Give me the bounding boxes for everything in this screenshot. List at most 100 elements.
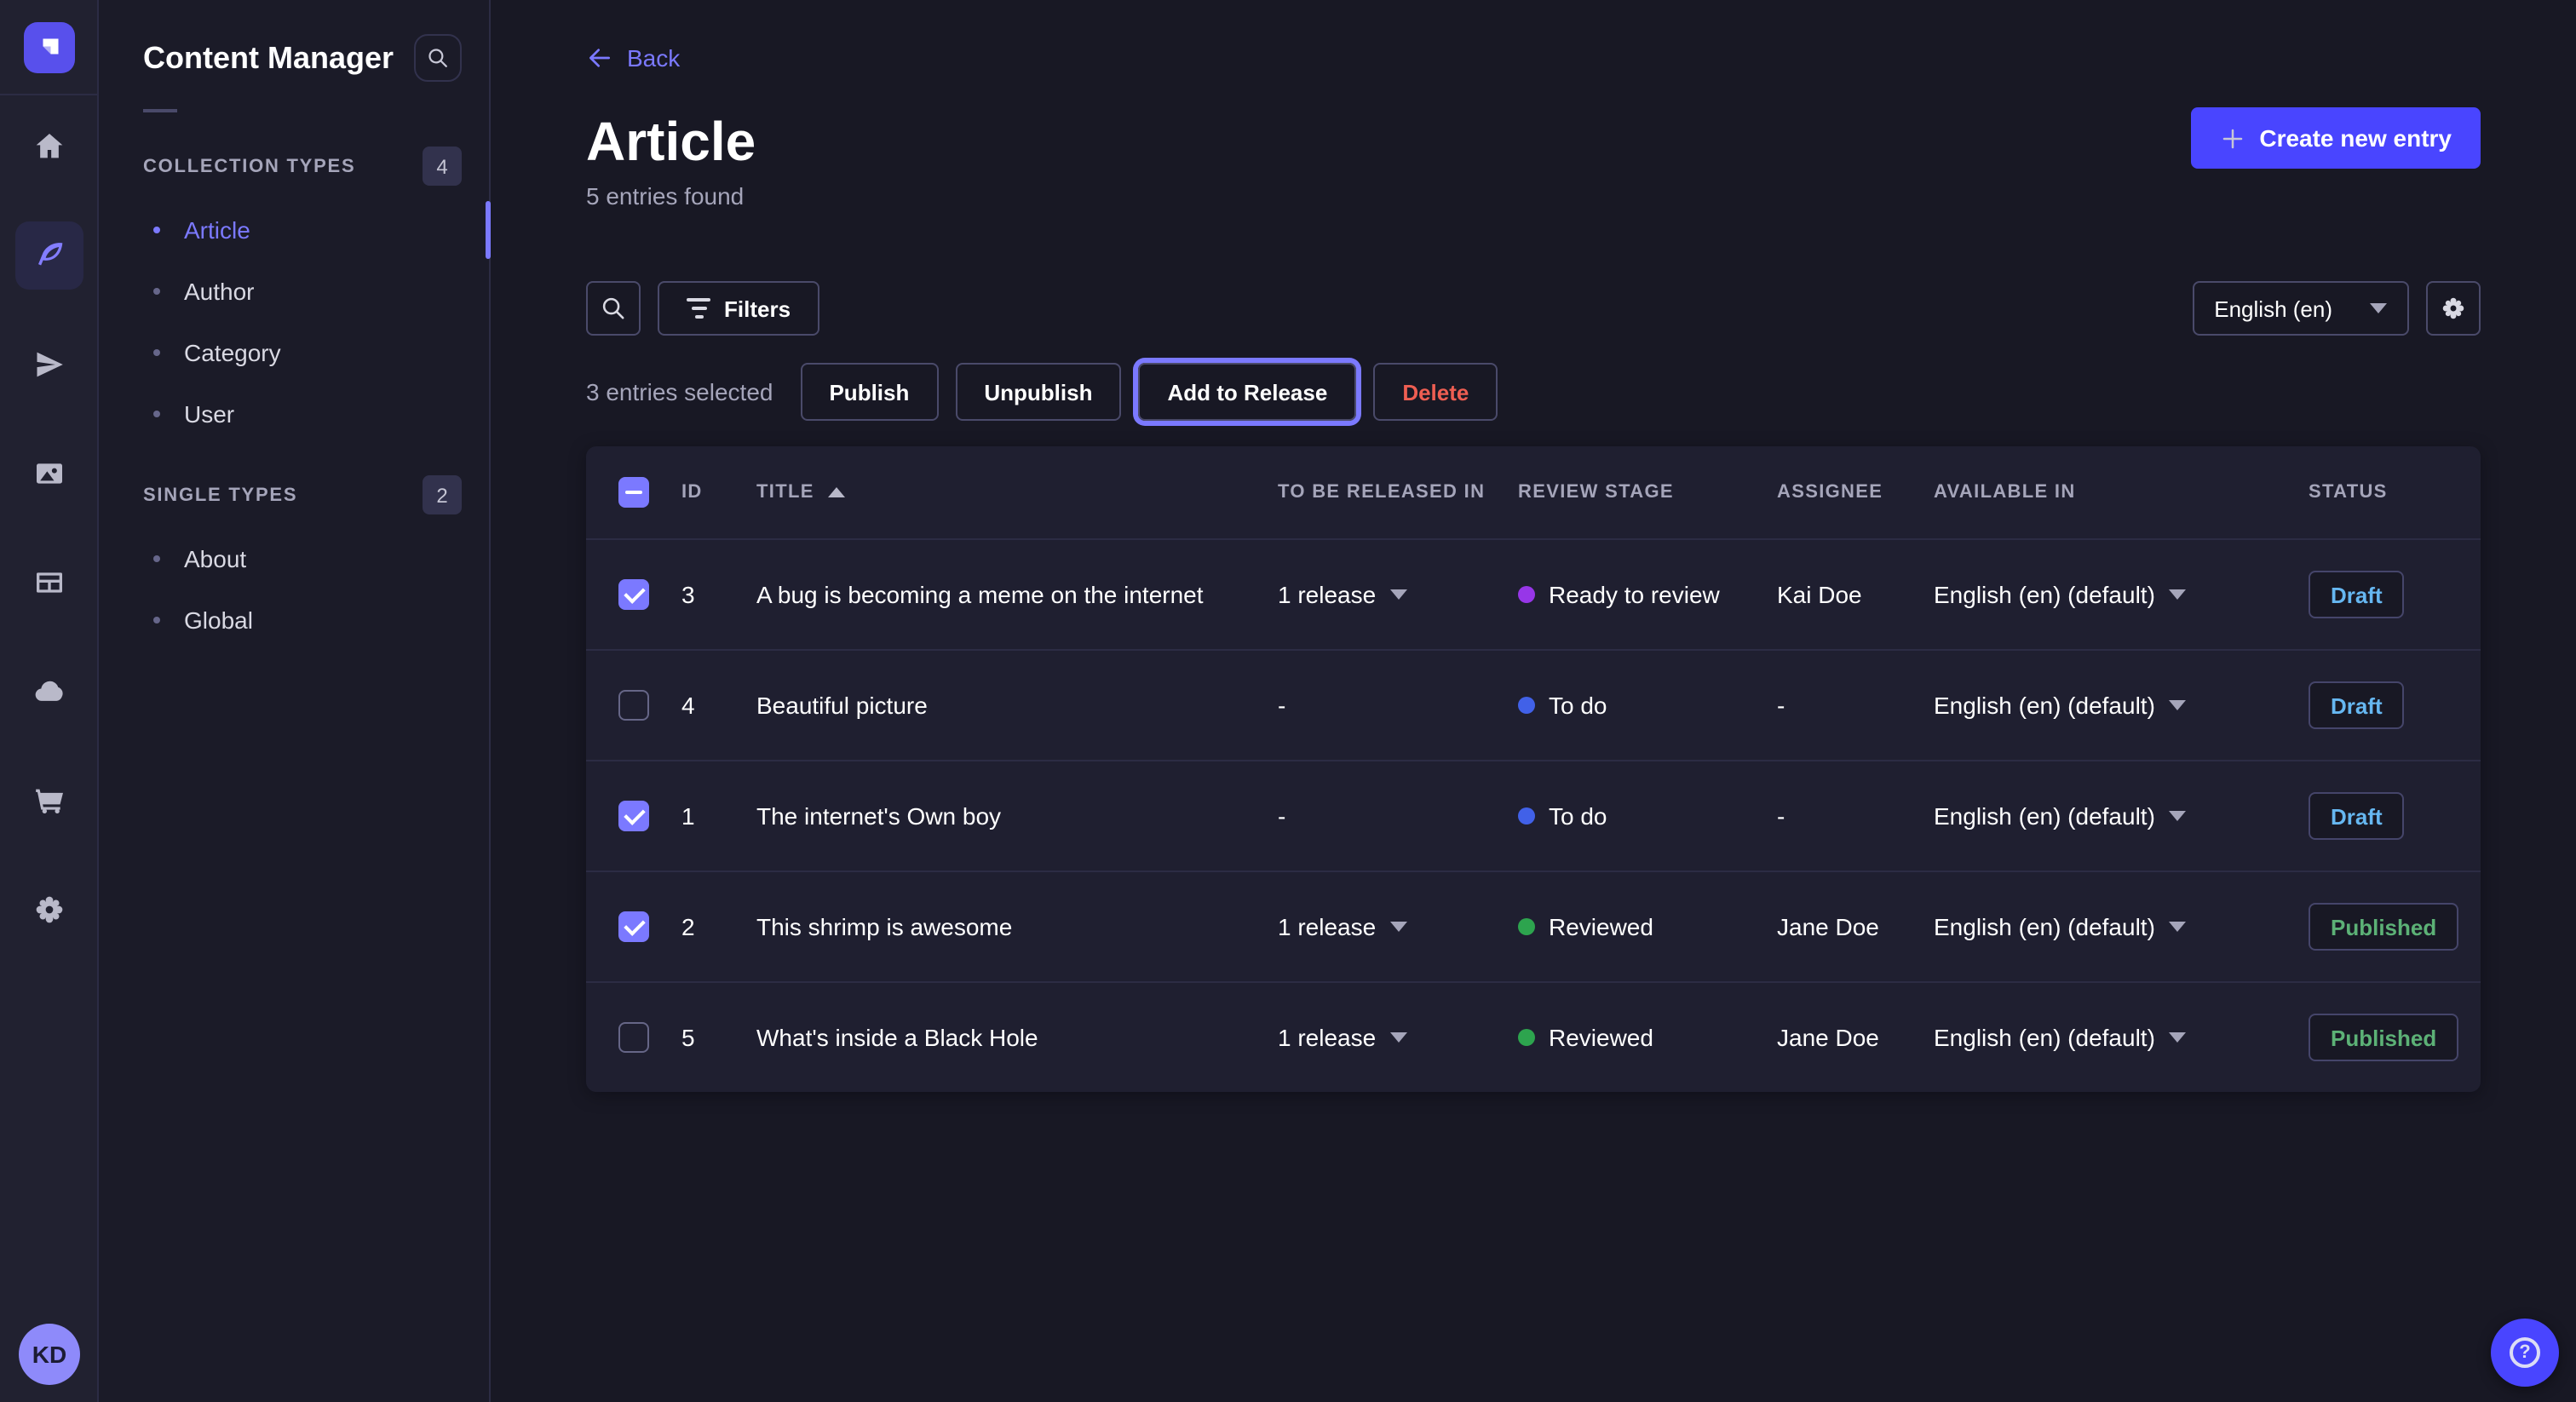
locale-select[interactable]: English (en)	[2192, 281, 2409, 336]
release-dropdown[interactable]: 1 release	[1278, 913, 1518, 940]
sidebar-item-category[interactable]: Category	[99, 322, 489, 383]
content-manager-subnav: Content Manager COLLECTION TYPES 4 Artic…	[99, 0, 491, 1402]
column-header-available-in[interactable]: AVAILABLE IN	[1934, 482, 2309, 503]
row-checkbox[interactable]	[618, 579, 649, 610]
delete-button[interactable]: Delete	[1373, 363, 1498, 421]
cell-id: 4	[681, 692, 756, 719]
table-header-row: ID TITLE TO BE RELEASED IN REVIEW STAGE …	[586, 446, 2481, 538]
table-row[interactable]: 2 This shrimp is awesome 1 release Revie…	[586, 871, 2481, 981]
cell-review-stage: Ready to review	[1518, 581, 1777, 608]
media-library-icon[interactable]	[14, 440, 83, 508]
cell-assignee: Jane Doe	[1777, 913, 1934, 940]
sidebar-item-user[interactable]: User	[99, 383, 489, 445]
row-checkbox[interactable]	[618, 801, 649, 831]
status-badge: Published	[2309, 903, 2458, 951]
create-new-entry-button[interactable]: Create new entry	[2191, 107, 2481, 169]
review-stage-dot	[1518, 697, 1535, 714]
sidebar-item-article[interactable]: Article	[99, 199, 489, 261]
collection-types-count-badge: 4	[423, 147, 462, 186]
table-row[interactable]: 5 What's inside a Black Hole 1 release R…	[586, 981, 2481, 1092]
help-button[interactable]: ?	[2491, 1319, 2559, 1387]
review-stage-dot	[1518, 586, 1535, 603]
marketplace-icon[interactable]	[14, 767, 83, 835]
bullet-icon	[153, 411, 160, 417]
releases-icon[interactable]	[14, 330, 83, 399]
locale-dropdown[interactable]: English (en) (default)	[1934, 913, 2309, 940]
status-badge: Draft	[2309, 681, 2405, 729]
arrow-left-icon	[586, 44, 613, 72]
logo-cell	[0, 0, 97, 95]
row-checkbox[interactable]	[618, 911, 649, 942]
single-types-count-badge: 2	[423, 475, 462, 514]
back-link[interactable]: Back	[586, 44, 680, 72]
locale-caret-icon	[2169, 700, 2186, 710]
table-row[interactable]: 3 A bug is becoming a meme on the intern…	[586, 538, 2481, 649]
question-mark-icon: ?	[2510, 1337, 2540, 1368]
content-type-builder-icon[interactable]	[14, 549, 83, 617]
sidebar-item-label: Article	[184, 216, 250, 244]
release-dropdown[interactable]: -	[1278, 692, 1518, 719]
release-dropdown[interactable]: 1 release	[1278, 1024, 1518, 1051]
locale-dropdown[interactable]: English (en) (default)	[1934, 802, 2309, 830]
cell-review-stage: To do	[1518, 802, 1777, 830]
search-button[interactable]	[586, 281, 641, 336]
column-header-title[interactable]: TITLE	[756, 482, 1278, 503]
strapi-logo-icon	[33, 32, 64, 62]
settings-icon[interactable]	[14, 876, 83, 944]
title-divider	[143, 109, 177, 112]
add-to-release-button[interactable]: Add to Release	[1138, 363, 1356, 421]
locale-caret-icon	[2169, 1032, 2186, 1043]
entries-count: 5 entries found	[586, 182, 756, 210]
filters-button[interactable]: Filters	[658, 281, 819, 336]
column-header-review-stage[interactable]: REVIEW STAGE	[1518, 482, 1777, 503]
table-row[interactable]: 1 The internet's Own boy - To do - Engli…	[586, 760, 2481, 871]
home-icon[interactable]	[14, 112, 83, 181]
deploy-cloud-icon[interactable]	[14, 658, 83, 726]
status-badge: Draft	[2309, 571, 2405, 618]
review-stage-dot	[1518, 918, 1535, 935]
sidebar-item-label: About	[184, 545, 246, 572]
cell-assignee: -	[1777, 802, 1934, 830]
single-types-label: SINGLE TYPES	[143, 485, 297, 505]
subnav-search-button[interactable]	[414, 34, 462, 82]
locale-dropdown[interactable]: English (en) (default)	[1934, 692, 2309, 719]
review-stage-dot	[1518, 807, 1535, 825]
release-caret-icon	[1389, 1032, 1406, 1043]
cell-assignee: -	[1777, 692, 1934, 719]
gear-icon	[2440, 295, 2467, 322]
sidebar-item-label: Global	[184, 606, 253, 634]
row-checkbox[interactable]	[618, 1022, 649, 1053]
release-dropdown[interactable]: -	[1278, 802, 1518, 830]
app-window: KD Content Manager COLLECTION TYPES 4 Ar…	[0, 0, 2576, 1402]
sidebar-item-author[interactable]: Author	[99, 261, 489, 322]
main-content: Back Article 5 entries found Create new …	[491, 0, 2576, 1402]
column-header-id[interactable]: ID	[681, 482, 756, 503]
column-header-assignee[interactable]: ASSIGNEE	[1777, 482, 1934, 503]
cell-id: 2	[681, 913, 756, 940]
content-manager-icon[interactable]	[14, 221, 83, 290]
view-settings-button[interactable]	[2426, 281, 2481, 336]
locale-caret-icon	[2169, 811, 2186, 821]
locale-dropdown[interactable]: English (en) (default)	[1934, 1024, 2309, 1051]
release-dropdown[interactable]: 1 release	[1278, 581, 1518, 608]
locale-dropdown[interactable]: English (en) (default)	[1934, 581, 2309, 608]
main-navigation: KD	[0, 0, 99, 1402]
publish-button[interactable]: Publish	[800, 363, 938, 421]
sidebar-item-label: User	[184, 400, 234, 428]
row-checkbox[interactable]	[618, 690, 649, 721]
strapi-logo[interactable]	[23, 21, 74, 72]
column-header-status[interactable]: STATUS	[2309, 482, 2481, 503]
cell-title: This shrimp is awesome	[756, 913, 1278, 940]
sidebar-item-about[interactable]: About	[99, 528, 489, 589]
sidebar-item-global[interactable]: Global	[99, 589, 489, 651]
page-title: Article	[586, 107, 756, 175]
column-header-released[interactable]: TO BE RELEASED IN	[1278, 482, 1518, 503]
select-all-checkbox[interactable]	[618, 477, 649, 508]
cell-title: What's inside a Black Hole	[756, 1024, 1278, 1051]
collection-types-label: COLLECTION TYPES	[143, 156, 355, 176]
bullet-icon	[153, 288, 160, 295]
user-avatar[interactable]: KD	[19, 1324, 80, 1385]
status-badge: Published	[2309, 1014, 2458, 1061]
unpublish-button[interactable]: Unpublish	[955, 363, 1121, 421]
table-row[interactable]: 4 Beautiful picture - To do - English (e…	[586, 649, 2481, 760]
